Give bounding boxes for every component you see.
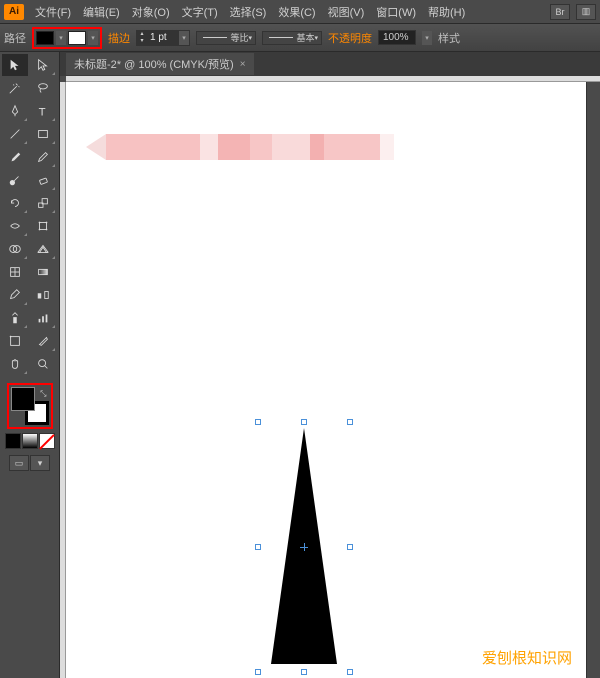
stroke-swatch-group[interactable]: ▾ xyxy=(68,31,98,45)
selection-handle-mr[interactable] xyxy=(347,544,353,550)
path-label: 路径 xyxy=(4,30,26,46)
eyedropper-tool[interactable] xyxy=(2,284,28,306)
mesh-tool[interactable] xyxy=(2,261,28,283)
color-mode-gradient[interactable] xyxy=(22,433,38,449)
svg-text:T: T xyxy=(39,106,46,118)
width-tool[interactable] xyxy=(2,215,28,237)
opacity-dropdown[interactable]: ▾ xyxy=(422,31,432,45)
eraser-tool[interactable] xyxy=(30,169,56,191)
selection-handle-tc[interactable] xyxy=(301,419,307,425)
stroke-swatch[interactable] xyxy=(68,31,86,45)
menu-select[interactable]: 选择(S) xyxy=(225,2,272,22)
scale-tool[interactable] xyxy=(30,192,56,214)
fill-stroke-highlight: ▾ ▾ xyxy=(32,27,102,49)
fill-stroke-highlight-2: ⤡ xyxy=(7,383,53,429)
column-graph-tool[interactable] xyxy=(30,307,56,329)
vertical-scrollbar[interactable] xyxy=(586,82,600,678)
bridge-icon[interactable]: Br xyxy=(550,4,570,20)
type-tool[interactable]: T xyxy=(30,100,56,122)
selection-handle-tl[interactable] xyxy=(255,419,261,425)
menu-object[interactable]: 对象(O) xyxy=(127,2,175,22)
menu-text[interactable]: 文字(T) xyxy=(177,2,223,22)
selection-handle-ml[interactable] xyxy=(255,544,261,550)
fill-swatch-group[interactable]: ▾ xyxy=(36,31,66,45)
document-tab-bar: 未标题-2* @ 100% (CMYK/预览) × xyxy=(60,52,600,76)
gradient-tool[interactable] xyxy=(30,261,56,283)
document-tab-title: 未标题-2* @ 100% (CMYK/预览) xyxy=(74,56,234,72)
app-icon: Ai xyxy=(4,4,24,20)
free-transform-tool[interactable] xyxy=(30,215,56,237)
menu-file[interactable]: 文件(F) xyxy=(30,2,76,22)
rectangle-tool[interactable] xyxy=(30,123,56,145)
swap-fill-stroke-icon[interactable]: ⤡ xyxy=(40,389,46,399)
selection-tool[interactable] xyxy=(2,54,28,76)
fill-dropdown-arrow[interactable]: ▾ xyxy=(56,31,66,45)
selection-handle-bc[interactable] xyxy=(301,669,307,675)
rotate-tool[interactable] xyxy=(2,192,28,214)
selection-handle-tr[interactable] xyxy=(347,419,353,425)
menu-effect[interactable]: 效果(C) xyxy=(273,2,320,22)
menu-bar: Ai 文件(F) 编辑(E) 对象(O) 文字(T) 选择(S) 效果(C) 视… xyxy=(0,0,600,24)
selection-handle-bl[interactable] xyxy=(255,669,261,675)
color-mode-solid[interactable] xyxy=(5,433,21,449)
line-tool[interactable] xyxy=(2,123,28,145)
document-tab[interactable]: 未标题-2* @ 100% (CMYK/预览) × xyxy=(66,53,254,75)
watermark-text: 爱刨根知识网 xyxy=(482,647,572,668)
artboard-tool[interactable] xyxy=(2,330,28,352)
color-mode-none[interactable] xyxy=(39,433,55,449)
selection-handle-br[interactable] xyxy=(347,669,353,675)
selection-center-icon xyxy=(300,543,308,551)
shape-builder-tool[interactable] xyxy=(2,238,28,260)
fill-swatch[interactable] xyxy=(36,31,54,45)
width-profile-dropdown[interactable]: 等比▾ xyxy=(196,31,256,45)
stroke-weight-value[interactable]: 1 pt xyxy=(147,31,179,44)
menu-window[interactable]: 窗口(W) xyxy=(371,2,421,22)
zoom-tool[interactable] xyxy=(30,353,56,375)
screen-mode-normal[interactable]: ▭ xyxy=(9,455,29,471)
selection-bounding-box[interactable] xyxy=(258,422,350,672)
screen-mode-dropdown[interactable]: ▾ xyxy=(30,455,50,471)
canvas[interactable]: 爱刨根知识网 xyxy=(66,82,586,678)
opacity-value[interactable]: 100% xyxy=(378,30,416,45)
blend-tool[interactable] xyxy=(30,284,56,306)
symbol-sprayer-tool[interactable] xyxy=(2,307,28,329)
style-label[interactable]: 样式 xyxy=(438,30,460,46)
slice-tool[interactable] xyxy=(30,330,56,352)
stroke-weight-spinner[interactable]: ▴▾ 1 pt ▾ xyxy=(136,30,190,46)
stroke-label[interactable]: 描边 xyxy=(108,30,130,46)
hand-tool[interactable] xyxy=(2,353,28,375)
blob-brush-tool[interactable] xyxy=(2,169,28,191)
lasso-tool[interactable] xyxy=(30,77,56,99)
fill-stroke-control[interactable]: ⤡ xyxy=(11,387,49,425)
paintbrush-tool[interactable] xyxy=(2,146,28,168)
redacted-banner xyxy=(86,134,394,160)
menu-help[interactable]: 帮助(H) xyxy=(423,2,470,22)
stroke-weight-dropdown[interactable]: ▾ xyxy=(179,31,189,45)
perspective-grid-tool[interactable] xyxy=(30,238,56,260)
options-bar: 路径 ▾ ▾ 描边 ▴▾ 1 pt ▾ 等比▾ 基本▾ 不透明度 100% ▾ … xyxy=(0,24,600,52)
fill-color-square[interactable] xyxy=(11,387,35,411)
close-tab-icon[interactable]: × xyxy=(240,59,246,70)
pencil-tool[interactable] xyxy=(30,146,56,168)
stroke-dropdown-arrow[interactable]: ▾ xyxy=(88,31,98,45)
menu-view[interactable]: 视图(V) xyxy=(323,2,370,22)
tool-panel: T xyxy=(0,52,60,678)
menu-edit[interactable]: 编辑(E) xyxy=(78,2,125,22)
opacity-label[interactable]: 不透明度 xyxy=(328,30,372,46)
pen-tool[interactable] xyxy=(2,100,28,122)
magic-wand-tool[interactable] xyxy=(2,77,28,99)
arrange-icon[interactable]: ▥ xyxy=(576,4,596,20)
direct-selection-tool[interactable] xyxy=(30,54,56,76)
brush-dropdown[interactable]: 基本▾ xyxy=(262,31,322,45)
